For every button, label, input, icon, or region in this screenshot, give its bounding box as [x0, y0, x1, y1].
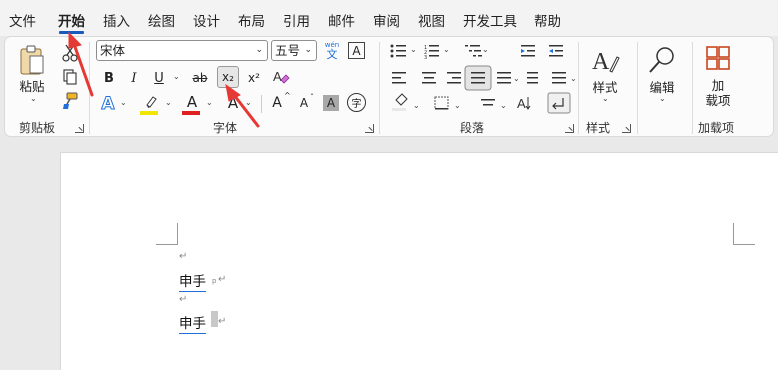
annotation-arrows: [68, 31, 260, 128]
